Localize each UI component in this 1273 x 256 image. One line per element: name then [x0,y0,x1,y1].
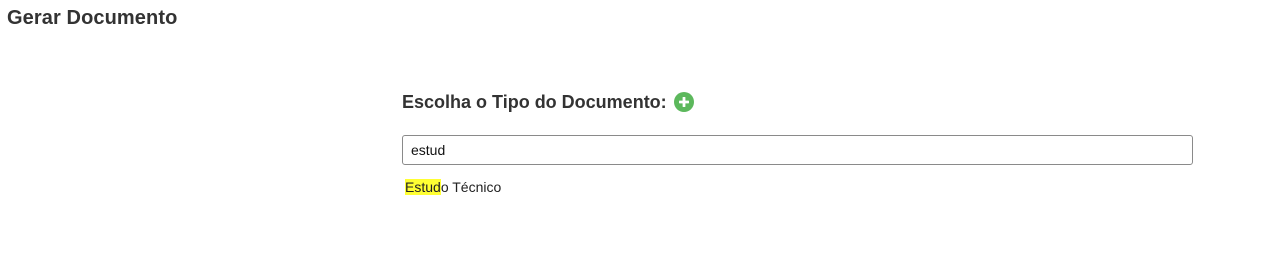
plus-circle-icon[interactable] [673,92,694,112]
document-type-section: Escolha o Tipo do Documento: Estudo Técn… [402,91,1194,195]
document-type-results: Estudo Técnico [405,178,501,196]
result-item-estudo-tecnico[interactable]: Estudo Técnico [405,178,501,196]
document-type-search-input[interactable] [402,135,1193,165]
page-title: Gerar Documento [7,7,178,29]
document-type-heading-label: Escolha o Tipo do Documento: [402,91,667,112]
result-match-highlight: Estud [405,179,441,195]
page: Gerar Documento Escolha o Tipo do Docume… [0,0,1273,256]
document-type-heading: Escolha o Tipo do Documento: [402,91,1194,113]
result-item-rest: o Técnico [440,179,502,195]
